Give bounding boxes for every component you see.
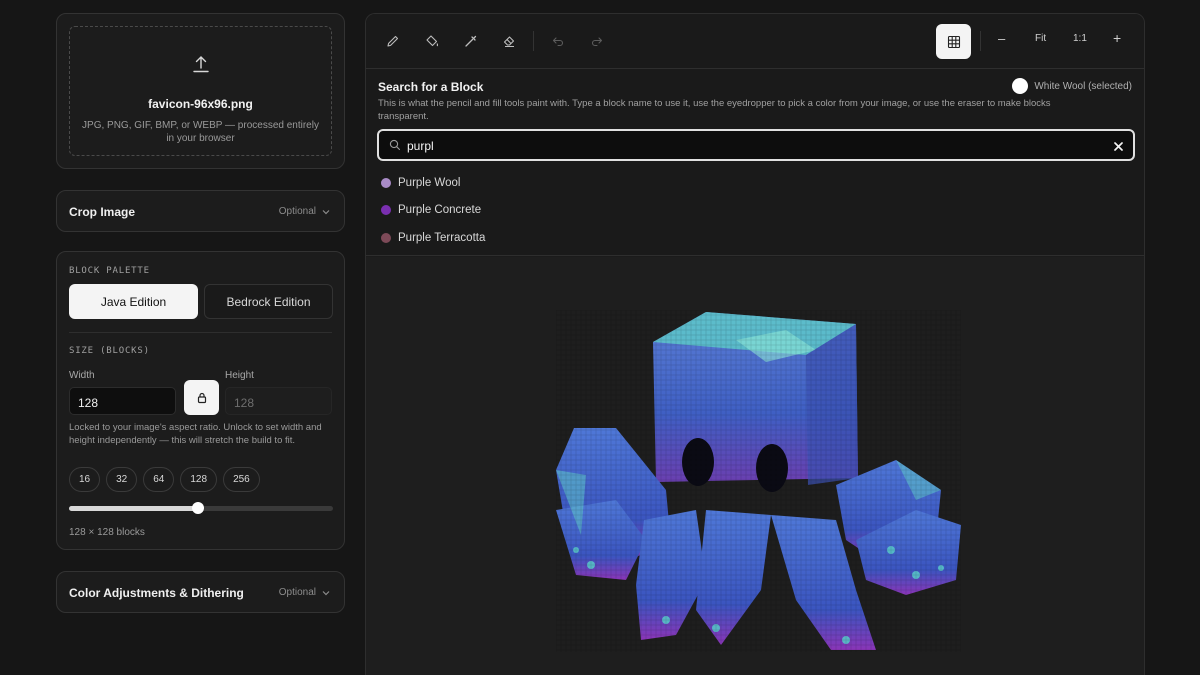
search-result-purple-concrete[interactable]: Purple Concrete bbox=[381, 197, 485, 225]
zoom-in-button[interactable]: + bbox=[1113, 30, 1121, 46]
selected-block-indicator: White Wool (selected) bbox=[1012, 78, 1132, 94]
grid-toggle-button[interactable] bbox=[936, 24, 971, 59]
result-label: Purple Wool bbox=[398, 176, 461, 189]
grid-icon bbox=[947, 35, 960, 48]
editor-panel: – Fit 1:1 + Search for a Block White Woo… bbox=[365, 13, 1145, 675]
aspect-lock-button[interactable] bbox=[184, 380, 219, 415]
crop-image-section[interactable]: Crop Image Optional bbox=[56, 190, 345, 232]
result-label: Purple Terracotta bbox=[398, 231, 486, 244]
undo-icon bbox=[552, 37, 564, 47]
size-presets: 16 32 64 128 256 bbox=[69, 467, 260, 492]
chevron-down-icon bbox=[322, 209, 330, 214]
pixel-canvas[interactable] bbox=[366, 257, 1144, 675]
bedrock-edition-button[interactable]: Bedrock Edition bbox=[204, 284, 333, 319]
editor-toolbar: – Fit 1:1 + bbox=[366, 14, 1144, 69]
block-search-panel: Search for a Block White Wool (selected)… bbox=[366, 69, 1144, 256]
search-title: Search for a Block bbox=[378, 80, 484, 94]
paint-bucket-icon bbox=[426, 35, 439, 47]
zoom-actual-button[interactable]: 1:1 bbox=[1073, 33, 1087, 44]
preset-16-button[interactable]: 16 bbox=[69, 467, 101, 492]
upload-icon bbox=[192, 56, 209, 73]
result-label: Purple Concrete bbox=[398, 204, 482, 217]
toolbar-divider bbox=[533, 31, 534, 51]
file-name: favicon-96x96.png bbox=[148, 97, 253, 111]
search-results: Purple Wool Purple Concrete Purple Terra… bbox=[381, 169, 485, 252]
search-description: This is what the pencil and fill tools p… bbox=[378, 98, 1051, 122]
pencil-tool-button[interactable] bbox=[383, 31, 403, 51]
upload-card: favicon-96x96.png JPG, PNG, GIF, BMP, or… bbox=[56, 13, 345, 169]
toolbar-divider bbox=[980, 31, 981, 51]
clear-search-button[interactable] bbox=[1114, 136, 1123, 154]
undo-button[interactable] bbox=[548, 31, 568, 51]
chevron-down-icon bbox=[322, 590, 330, 595]
slider-thumb[interactable] bbox=[192, 502, 205, 514]
block-color-swatch bbox=[381, 177, 391, 188]
height-input[interactable]: 128 bbox=[225, 387, 332, 415]
block-color-swatch bbox=[381, 232, 391, 243]
zoom-out-button[interactable]: – bbox=[998, 31, 1005, 46]
pencil-icon bbox=[387, 35, 399, 47]
eyedropper-tool-button[interactable] bbox=[461, 31, 481, 51]
pixel-art-preview bbox=[556, 310, 961, 652]
crop-image-title: Crop Image bbox=[69, 205, 136, 219]
selected-block-swatch bbox=[1012, 78, 1029, 94]
size-blocks-label: SIZE (BLOCKS) bbox=[69, 346, 150, 356]
color-adjustments-title: Color Adjustments & Dithering bbox=[69, 586, 244, 600]
block-color-swatch bbox=[381, 205, 391, 216]
color-optional-label: Optional bbox=[279, 587, 330, 598]
eyedropper-icon bbox=[465, 35, 477, 47]
width-label: Width bbox=[69, 370, 95, 381]
selected-block-label: White Wool (selected) bbox=[1034, 80, 1132, 92]
height-label: Height bbox=[225, 370, 254, 381]
preset-32-button[interactable]: 32 bbox=[106, 467, 138, 492]
slider-fill bbox=[69, 506, 199, 511]
block-palette-card: BLOCK PALETTE Java Edition Bedrock Editi… bbox=[56, 251, 345, 550]
preset-64-button[interactable]: 64 bbox=[143, 467, 175, 492]
close-icon bbox=[1114, 142, 1123, 151]
block-search-box bbox=[377, 129, 1135, 161]
color-adjustments-section[interactable]: Color Adjustments & Dithering Optional bbox=[56, 571, 345, 613]
file-dropzone[interactable]: favicon-96x96.png JPG, PNG, GIF, BMP, or… bbox=[69, 26, 332, 156]
eraser-tool-button[interactable] bbox=[499, 31, 519, 51]
size-readout: 128 × 128 blocks bbox=[69, 527, 145, 538]
preset-256-button[interactable]: 256 bbox=[223, 467, 260, 492]
zoom-fit-button[interactable]: Fit bbox=[1035, 33, 1046, 44]
preset-128-button[interactable]: 128 bbox=[180, 467, 218, 492]
crop-optional-label: Optional bbox=[279, 206, 330, 217]
size-slider[interactable] bbox=[69, 502, 333, 514]
optional-text: Optional bbox=[278, 206, 316, 217]
divider bbox=[69, 332, 332, 333]
eraser-icon bbox=[503, 36, 515, 48]
upload-hint: JPG, PNG, GIF, BMP, or WEBP — processed … bbox=[82, 120, 319, 144]
search-result-purple-wool[interactable]: Purple Wool bbox=[381, 169, 485, 197]
block-search-input[interactable] bbox=[407, 137, 1097, 155]
optional-text: Optional bbox=[278, 587, 316, 598]
redo-button[interactable] bbox=[587, 31, 607, 51]
java-edition-button[interactable]: Java Edition bbox=[69, 284, 198, 319]
fill-tool-button[interactable] bbox=[422, 31, 442, 51]
redo-icon bbox=[591, 37, 603, 47]
width-input[interactable]: 128 bbox=[69, 387, 176, 415]
search-result-purple-terracotta[interactable]: Purple Terracotta bbox=[381, 224, 485, 252]
block-palette-label: BLOCK PALETTE bbox=[69, 266, 150, 276]
lock-icon bbox=[197, 392, 206, 403]
search-icon bbox=[389, 139, 401, 151]
aspect-lock-note: Locked to your image's aspect ratio. Unl… bbox=[69, 422, 322, 446]
